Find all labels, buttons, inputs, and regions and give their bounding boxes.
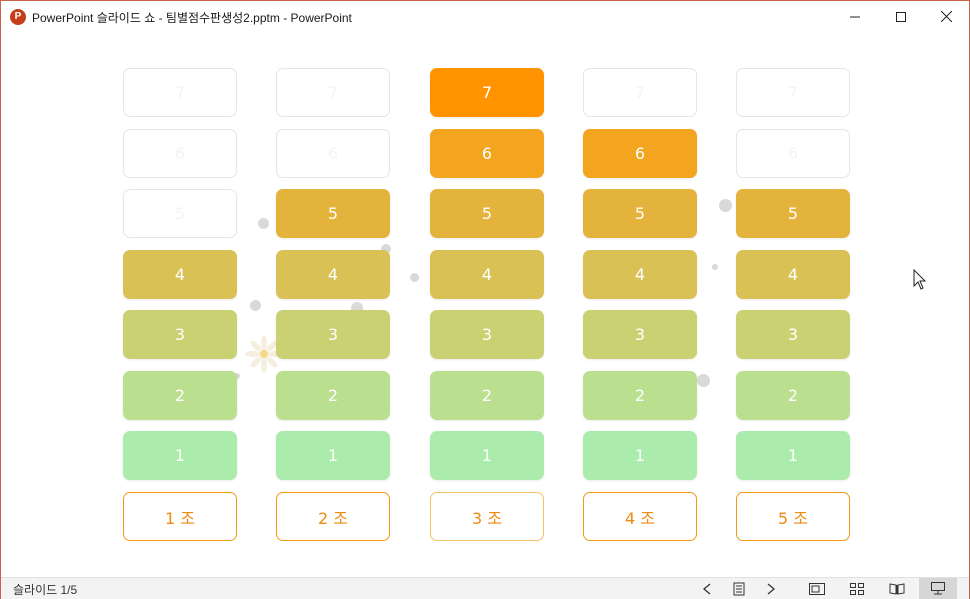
score-cell[interactable]: 5 [276,189,390,238]
decorative-dot [697,374,710,387]
score-cell[interactable]: 4 [123,250,237,299]
score-cell[interactable]: 3 [430,310,544,359]
score-cell[interactable]: 5 [583,189,697,238]
score-cell[interactable]: 6 [583,129,697,178]
reading-view-button[interactable] [881,578,913,599]
score-cell[interactable]: 2 [583,371,697,420]
maximize-icon [896,11,906,22]
status-bar: 슬라이드 1/5 [1,577,969,599]
previous-slide-button[interactable] [691,578,723,599]
slide-sorter-icon [850,582,864,595]
score-cell[interactable]: 1 [583,431,697,480]
team-label-button[interactable]: 1 조 [123,492,237,541]
slide-show-button[interactable] [919,578,957,599]
decorative-dot [719,199,732,212]
score-cell[interactable]: 2 [276,371,390,420]
powerpoint-app-icon: P [10,9,26,25]
team-label-button[interactable]: 3 조 [430,492,544,541]
reading-view-icon [889,582,905,595]
score-cell[interactable]: 4 [276,250,390,299]
slide-show-icon [931,582,945,595]
maximize-button[interactable] [878,1,924,32]
score-cell[interactable]: 4 [583,250,697,299]
decorative-dot [410,273,419,282]
title-bar: P PowerPoint 슬라이드 쇼 - 팀별점수판생성2.pptm - Po… [1,1,969,32]
score-cell[interactable]: 3 [583,310,697,359]
powerpoint-window: P PowerPoint 슬라이드 쇼 - 팀별점수판생성2.pptm - Po… [0,0,970,599]
score-cell[interactable]: 6 [736,129,850,178]
score-cell[interactable]: 2 [123,371,237,420]
score-cell[interactable]: 7 [276,68,390,117]
score-cell[interactable]: 5 [430,189,544,238]
score-cell[interactable]: 3 [276,310,390,359]
slide-list-icon [733,582,745,595]
slide-navigator-button[interactable] [723,578,755,599]
score-cell[interactable]: 1 [123,431,237,480]
score-cell[interactable]: 2 [430,371,544,420]
score-cell[interactable]: 5 [123,189,237,238]
score-cell[interactable]: 7 [736,68,850,117]
normal-view-icon [809,582,825,595]
score-cell[interactable]: 1 [430,431,544,480]
minimize-icon [850,16,860,17]
chevron-right-icon [767,583,775,594]
score-cell[interactable]: 4 [430,250,544,299]
window-title: PowerPoint 슬라이드 쇼 - 팀별점수판생성2.pptm - Powe… [32,11,352,25]
close-icon [940,11,952,22]
minimize-button[interactable] [832,1,878,32]
score-cell[interactable]: 1 [736,431,850,480]
score-cell[interactable]: 3 [123,310,237,359]
decorative-dot [712,264,718,270]
score-cell[interactable]: 3 [736,310,850,359]
team-label-button[interactable]: 4 조 [583,492,697,541]
chevron-left-icon [703,583,711,594]
score-cell[interactable]: 1 [276,431,390,480]
score-cell[interactable]: 6 [123,129,237,178]
score-cell[interactable]: 5 [736,189,850,238]
slide-canvas[interactable]: 76543211 조76543212 조76543213 조76543214 조… [1,32,969,577]
close-button[interactable] [923,1,969,32]
team-label-button[interactable]: 5 조 [736,492,850,541]
normal-view-button[interactable] [801,578,833,599]
score-cell[interactable]: 7 [430,68,544,117]
decorative-dot [250,300,261,311]
score-cell[interactable]: 7 [583,68,697,117]
score-cell[interactable]: 6 [430,129,544,178]
mouse-cursor-icon [913,269,927,290]
decorative-dot [258,218,269,229]
score-cell[interactable]: 2 [736,371,850,420]
score-cell[interactable]: 6 [276,129,390,178]
next-slide-button[interactable] [755,578,787,599]
team-label-button[interactable]: 2 조 [276,492,390,541]
slide-indicator: 슬라이드 1/5 [13,583,78,597]
score-cell[interactable]: 7 [123,68,237,117]
slide-sorter-button[interactable] [841,578,873,599]
score-cell[interactable]: 4 [736,250,850,299]
